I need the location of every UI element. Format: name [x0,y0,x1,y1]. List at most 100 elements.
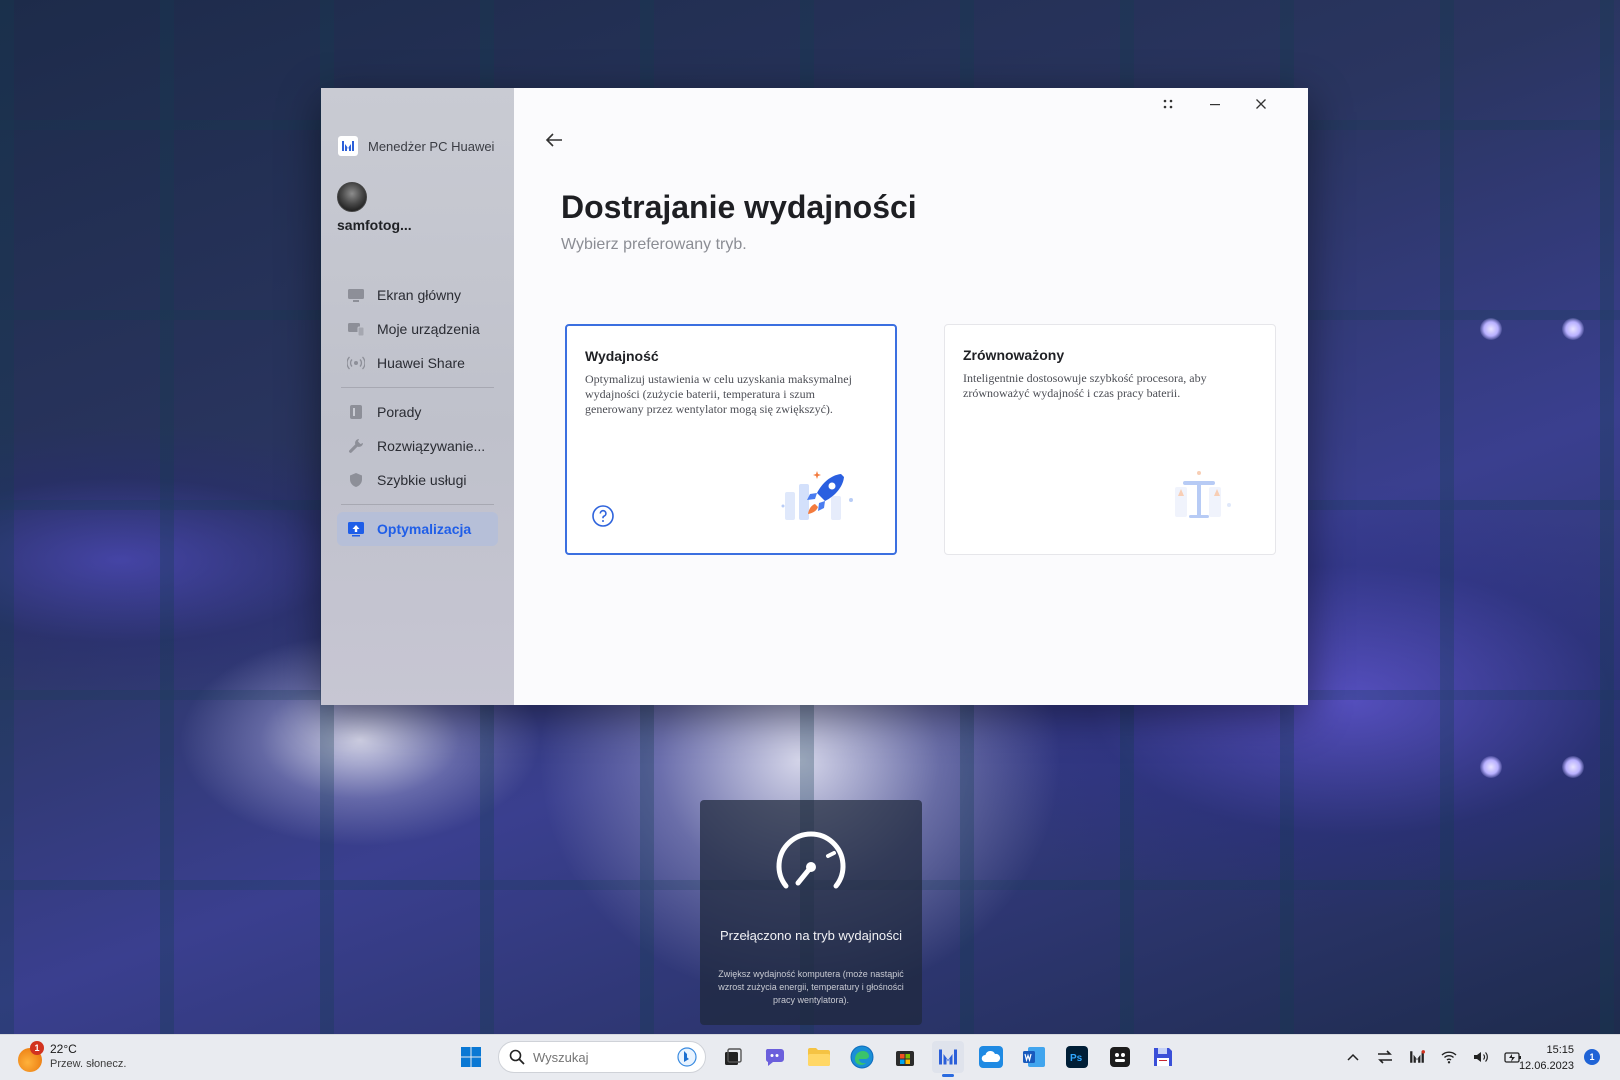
help-icon[interactable] [591,504,615,533]
minimize-icon [1210,104,1220,106]
nav-divider [341,387,494,388]
close-icon [1256,99,1266,109]
store-button[interactable] [889,1041,921,1073]
word-icon [1023,1047,1045,1067]
mode-card-balanced[interactable]: Zrównoważony Inteligentnie dostosowuje s… [944,324,1276,555]
file-explorer-button[interactable] [803,1041,835,1073]
sidebar-item-huawei-share[interactable]: Huawei Share [337,346,498,380]
taskbar-apps: Ps [455,1041,1179,1077]
sidebar-item-quick-services[interactable]: Szybkie usługi [337,463,498,497]
clock-time: 15:15 [1546,1044,1574,1056]
speedometer-icon [772,826,850,903]
photoshop-button[interactable]: Ps [1061,1041,1093,1073]
sidebar-item-label: Rozwiązywanie... [377,438,486,454]
close-button[interactable] [1245,94,1277,114]
wallpaper-light [1480,756,1502,778]
card-description: Optymalizuj ustawienia w celu uzyskania … [585,372,852,416]
sidebar-item-label: Ekran główny [377,287,462,303]
save-app-button[interactable] [1147,1041,1179,1073]
card-title: Wydajność [585,348,659,364]
active-app-indicator [942,1074,954,1077]
mode-card-performance[interactable]: Wydajność Optymalizuj ustawienia w celu … [565,324,897,555]
photoshop-icon: Ps [1066,1046,1088,1068]
edge-button[interactable] [846,1041,878,1073]
devices-icon [347,320,365,338]
arrow-left-icon [545,133,562,147]
toast-title: Przełączono na tryb wydajności [719,928,903,943]
floppy-disk-icon [1154,1048,1172,1066]
sun-icon: 1 [18,1041,44,1072]
word-button[interactable] [1018,1041,1050,1073]
sidebar-item-label: Moje urządzenia [377,321,480,337]
transfer-arrows-icon [1378,1050,1392,1064]
folder-icon [808,1048,830,1066]
minimize-button[interactable] [1199,94,1231,114]
sidebar-item-optimization[interactable]: Optymalizacja [337,512,498,546]
username[interactable]: samfotog... [337,217,412,233]
onedrive-button[interactable] [975,1041,1007,1073]
wifi-button[interactable] [1438,1043,1460,1071]
app-brand: Menedżer PC Huawei [338,136,494,156]
avatar[interactable] [337,182,367,212]
optimize-icon [347,520,365,538]
start-button[interactable] [455,1041,487,1073]
grid-dots-icon [1163,99,1173,109]
taskbar-search[interactable] [498,1041,706,1073]
sidebar-nav: Ekran główny Moje urządzenia Huawei Shar… [337,278,498,546]
sidebar-item-tips[interactable]: Porady [337,395,498,429]
search-icon [509,1049,525,1065]
huawei-pc-manager-logo-icon [338,136,358,156]
card-description: Inteligentnie dostosowuje szybkość proce… [963,371,1207,400]
task-view-icon [725,1048,742,1065]
balance-icon [1159,467,1239,528]
show-hidden-icons-button[interactable] [1342,1043,1364,1071]
task-view-button[interactable] [717,1041,749,1073]
bing-icon[interactable] [677,1047,697,1067]
store-icon [896,1051,914,1066]
weather-widget[interactable]: 1 22°C Przew. słonecz. [18,1041,126,1072]
system-tray [1342,1043,1524,1071]
app-button[interactable] [1104,1041,1136,1073]
sidebar-item-label: Huawei Share [377,355,465,371]
svg-text:Ps: Ps [1070,1053,1083,1064]
app-name: Menedżer PC Huawei [368,138,495,154]
share-icon [347,354,365,372]
transfer-tray-button[interactable] [1374,1043,1396,1071]
pc-manager-tray-button[interactable] [1406,1043,1428,1071]
sidebar-item-label: Porady [377,404,422,420]
shield-icon [347,471,365,489]
monitor-icon [347,286,365,304]
weather-temperature: 22°C [50,1042,77,1056]
tips-icon [347,403,365,421]
wrench-icon [347,437,365,455]
notification-badge[interactable]: 1 [1584,1049,1600,1065]
sidebar-item-home[interactable]: Ekran główny [337,278,498,312]
app-window: Menedżer PC Huawei samfotog... Ekran głó… [321,88,1308,705]
sidebar: Menedżer PC Huawei samfotog... Ekran głó… [321,88,514,705]
weather-alert-badge: 1 [30,1041,44,1055]
clock[interactable]: 15:15 12.06.2023 [1510,1042,1574,1074]
toast-description: Zwiększ wydajność komputera (może nastąp… [718,969,904,1005]
main-content: Dostrajanie wydajności Wybierz preferowa… [514,88,1308,705]
volume-button[interactable] [1470,1043,1492,1071]
back-button[interactable] [540,126,568,154]
speaker-icon [1474,1052,1488,1062]
compact-mode-button[interactable] [1152,94,1184,114]
wallpaper-light [1562,756,1584,778]
huawei-pc-manager-icon [939,1049,957,1065]
search-input[interactable] [533,1049,663,1065]
cloud-icon [979,1046,1003,1068]
nav-divider [341,504,494,505]
rocket-icon [779,468,859,529]
wallpaper-light [1562,318,1584,340]
sidebar-item-troubleshooting[interactable]: Rozwiązywanie... [337,429,498,463]
pc-manager-taskbar-button[interactable] [932,1041,964,1077]
sidebar-item-devices[interactable]: Moje urządzenia [337,312,498,346]
card-title: Zrównoważony [963,347,1065,363]
page-subtitle: Wybierz preferowany tryb. [561,236,747,253]
teams-chat-button[interactable] [760,1041,792,1073]
wallpaper-light [1480,318,1502,340]
sidebar-item-label: Optymalizacja [377,521,472,537]
chat-icon [765,1049,784,1066]
clock-date: 12.06.2023 [1518,1060,1574,1072]
